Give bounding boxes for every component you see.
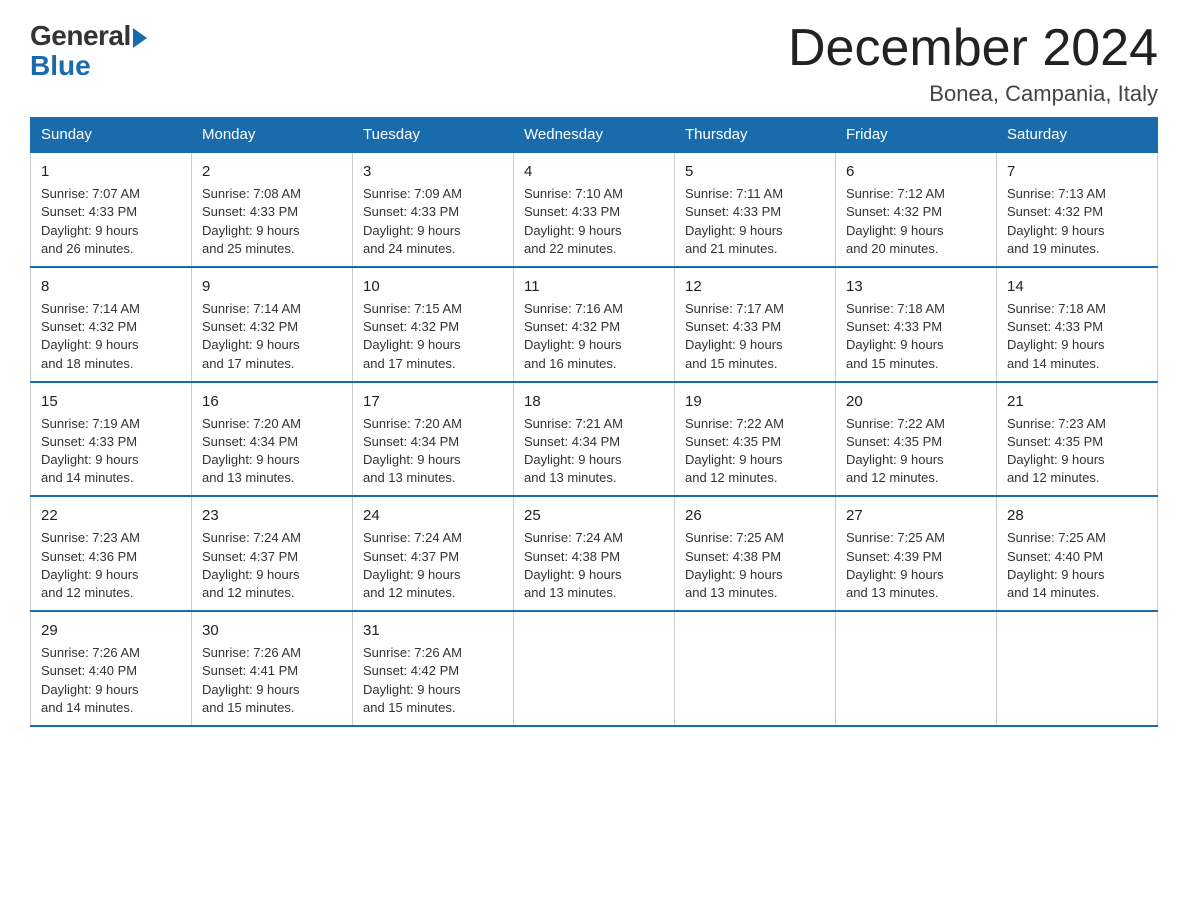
calendar-header-tuesday: Tuesday: [353, 118, 514, 153]
day-number: 23: [202, 505, 342, 526]
day-number: 13: [846, 276, 986, 297]
calendar-cell: 25Sunrise: 7:24 AMSunset: 4:38 PMDayligh…: [514, 496, 675, 611]
day-number: 29: [41, 620, 181, 641]
day-number: 25: [524, 505, 664, 526]
logo-blue-text: Blue: [30, 50, 91, 82]
calendar-cell: 21Sunrise: 7:23 AMSunset: 4:35 PMDayligh…: [997, 382, 1158, 497]
calendar-cell: 6Sunrise: 7:12 AMSunset: 4:32 PMDaylight…: [836, 152, 997, 267]
calendar-cell: 31Sunrise: 7:26 AMSunset: 4:42 PMDayligh…: [353, 611, 514, 726]
day-number: 2: [202, 161, 342, 182]
calendar-cell: 17Sunrise: 7:20 AMSunset: 4:34 PMDayligh…: [353, 382, 514, 497]
day-number: 14: [1007, 276, 1147, 297]
day-number: 22: [41, 505, 181, 526]
day-number: 5: [685, 161, 825, 182]
day-number: 19: [685, 391, 825, 412]
calendar-cell: [836, 611, 997, 726]
calendar-week-4: 22Sunrise: 7:23 AMSunset: 4:36 PMDayligh…: [31, 496, 1158, 611]
day-number: 18: [524, 391, 664, 412]
calendar-cell: 14Sunrise: 7:18 AMSunset: 4:33 PMDayligh…: [997, 267, 1158, 382]
calendar-cell: [675, 611, 836, 726]
calendar-cell: 7Sunrise: 7:13 AMSunset: 4:32 PMDaylight…: [997, 152, 1158, 267]
calendar-week-5: 29Sunrise: 7:26 AMSunset: 4:40 PMDayligh…: [31, 611, 1158, 726]
calendar-header-sunday: Sunday: [31, 118, 192, 153]
day-number: 6: [846, 161, 986, 182]
calendar-cell: 29Sunrise: 7:26 AMSunset: 4:40 PMDayligh…: [31, 611, 192, 726]
calendar-header-monday: Monday: [192, 118, 353, 153]
day-number: 28: [1007, 505, 1147, 526]
calendar-cell: 16Sunrise: 7:20 AMSunset: 4:34 PMDayligh…: [192, 382, 353, 497]
location-title: Bonea, Campania, Italy: [788, 81, 1158, 107]
calendar-cell: 30Sunrise: 7:26 AMSunset: 4:41 PMDayligh…: [192, 611, 353, 726]
day-number: 3: [363, 161, 503, 182]
day-number: 16: [202, 391, 342, 412]
day-number: 8: [41, 276, 181, 297]
calendar-cell: 4Sunrise: 7:10 AMSunset: 4:33 PMDaylight…: [514, 152, 675, 267]
calendar-cell: 24Sunrise: 7:24 AMSunset: 4:37 PMDayligh…: [353, 496, 514, 611]
day-number: 15: [41, 391, 181, 412]
calendar-cell: 26Sunrise: 7:25 AMSunset: 4:38 PMDayligh…: [675, 496, 836, 611]
calendar-cell: [514, 611, 675, 726]
title-area: December 2024 Bonea, Campania, Italy: [788, 20, 1158, 107]
day-number: 10: [363, 276, 503, 297]
day-number: 24: [363, 505, 503, 526]
calendar-cell: 27Sunrise: 7:25 AMSunset: 4:39 PMDayligh…: [836, 496, 997, 611]
calendar-cell: 9Sunrise: 7:14 AMSunset: 4:32 PMDaylight…: [192, 267, 353, 382]
day-number: 21: [1007, 391, 1147, 412]
calendar-cell: 13Sunrise: 7:18 AMSunset: 4:33 PMDayligh…: [836, 267, 997, 382]
day-number: 4: [524, 161, 664, 182]
page-header: General Blue December 2024 Bonea, Campan…: [30, 20, 1158, 107]
calendar-cell: 11Sunrise: 7:16 AMSunset: 4:32 PMDayligh…: [514, 267, 675, 382]
calendar-header-row: SundayMondayTuesdayWednesdayThursdayFrid…: [31, 118, 1158, 153]
day-number: 20: [846, 391, 986, 412]
calendar-cell: 8Sunrise: 7:14 AMSunset: 4:32 PMDaylight…: [31, 267, 192, 382]
calendar-cell: 3Sunrise: 7:09 AMSunset: 4:33 PMDaylight…: [353, 152, 514, 267]
calendar-cell: 20Sunrise: 7:22 AMSunset: 4:35 PMDayligh…: [836, 382, 997, 497]
logo-general-text: General: [30, 20, 131, 52]
calendar-week-3: 15Sunrise: 7:19 AMSunset: 4:33 PMDayligh…: [31, 382, 1158, 497]
calendar-cell: 5Sunrise: 7:11 AMSunset: 4:33 PMDaylight…: [675, 152, 836, 267]
day-number: 31: [363, 620, 503, 641]
calendar-cell: 12Sunrise: 7:17 AMSunset: 4:33 PMDayligh…: [675, 267, 836, 382]
calendar-week-1: 1Sunrise: 7:07 AMSunset: 4:33 PMDaylight…: [31, 152, 1158, 267]
calendar-cell: 10Sunrise: 7:15 AMSunset: 4:32 PMDayligh…: [353, 267, 514, 382]
calendar-cell: 22Sunrise: 7:23 AMSunset: 4:36 PMDayligh…: [31, 496, 192, 611]
calendar-cell: 19Sunrise: 7:22 AMSunset: 4:35 PMDayligh…: [675, 382, 836, 497]
calendar-header-friday: Friday: [836, 118, 997, 153]
calendar-cell: 15Sunrise: 7:19 AMSunset: 4:33 PMDayligh…: [31, 382, 192, 497]
logo: General Blue: [30, 20, 147, 82]
calendar-cell: 1Sunrise: 7:07 AMSunset: 4:33 PMDaylight…: [31, 152, 192, 267]
day-number: 17: [363, 391, 503, 412]
calendar-header-saturday: Saturday: [997, 118, 1158, 153]
day-number: 26: [685, 505, 825, 526]
day-number: 12: [685, 276, 825, 297]
day-number: 30: [202, 620, 342, 641]
calendar-header-thursday: Thursday: [675, 118, 836, 153]
calendar-header-wednesday: Wednesday: [514, 118, 675, 153]
day-number: 9: [202, 276, 342, 297]
day-number: 7: [1007, 161, 1147, 182]
day-number: 1: [41, 161, 181, 182]
calendar-cell: 23Sunrise: 7:24 AMSunset: 4:37 PMDayligh…: [192, 496, 353, 611]
calendar-cell: 2Sunrise: 7:08 AMSunset: 4:33 PMDaylight…: [192, 152, 353, 267]
day-number: 11: [524, 276, 664, 297]
calendar-cell: [997, 611, 1158, 726]
calendar-cell: 18Sunrise: 7:21 AMSunset: 4:34 PMDayligh…: [514, 382, 675, 497]
calendar-cell: 28Sunrise: 7:25 AMSunset: 4:40 PMDayligh…: [997, 496, 1158, 611]
day-number: 27: [846, 505, 986, 526]
month-title: December 2024: [788, 20, 1158, 77]
logo-arrow-icon: [133, 28, 147, 48]
calendar-table: SundayMondayTuesdayWednesdayThursdayFrid…: [30, 117, 1158, 727]
calendar-week-2: 8Sunrise: 7:14 AMSunset: 4:32 PMDaylight…: [31, 267, 1158, 382]
